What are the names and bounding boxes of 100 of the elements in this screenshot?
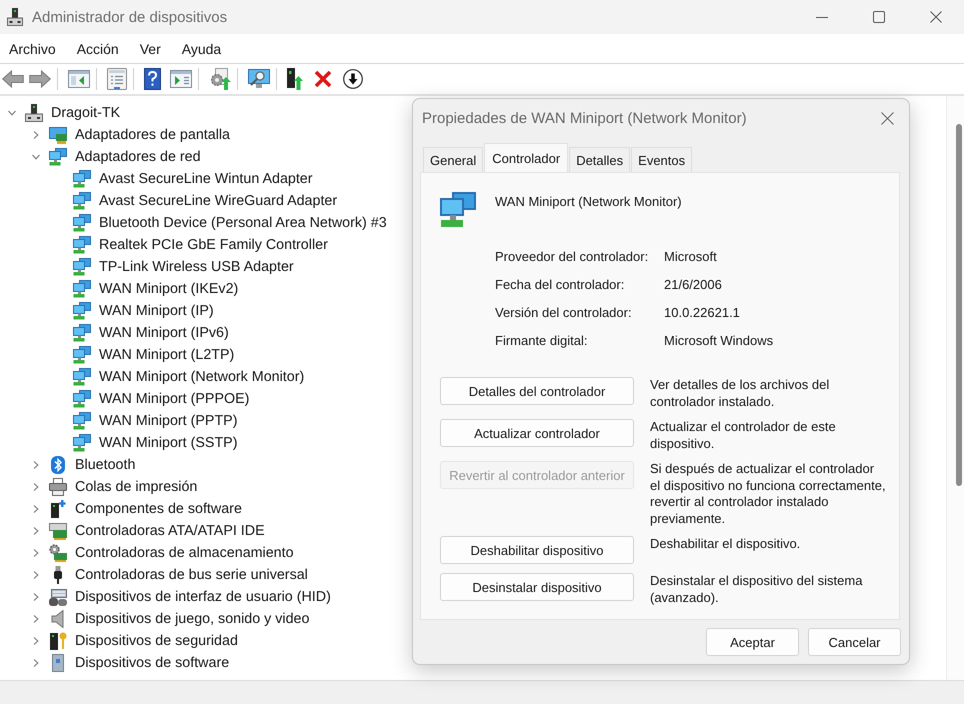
chevron-icon[interactable]: [32, 549, 40, 557]
computer-icon: [25, 104, 43, 122]
chevron-icon[interactable]: [32, 659, 40, 667]
chevron-icon[interactable]: [32, 483, 40, 491]
network-adapter-icon: [73, 412, 91, 430]
tree-item[interactable]: Dispositivos de software: [75, 654, 230, 672]
property-value: 21/6/2006: [664, 276, 723, 292]
chevron-icon[interactable]: [32, 593, 40, 601]
chevron-icon[interactable]: [32, 637, 40, 645]
tab[interactable]: Detalles: [569, 147, 630, 172]
printer-icon: [49, 478, 67, 496]
tree-item[interactable]: WAN Miniport (IKEv2): [99, 280, 238, 298]
tree-item[interactable]: Bluetooth: [75, 456, 136, 474]
action-description: Actualizar el controlador de este dispositivo.: [650, 419, 837, 452]
chevron-icon[interactable]: [32, 615, 40, 623]
tree-item[interactable]: WAN Miniport (SSTP): [99, 434, 238, 452]
chevron-icon[interactable]: [32, 131, 40, 139]
network-adapter-icon: [49, 148, 67, 166]
network-adapter-icon: [73, 368, 91, 386]
menu-item[interactable]: Archivo: [0, 40, 66, 56]
help-icon[interactable]: [144, 68, 161, 90]
dialog-button[interactable]: Cancelar: [808, 628, 901, 656]
properties-page-icon[interactable]: [107, 68, 127, 90]
action-button[interactable]: Detalles del controlador: [440, 377, 634, 405]
device-arrow-icon[interactable]: [287, 68, 303, 90]
tree-item[interactable]: Avast SecureLine Wintun Adapter: [99, 170, 313, 188]
menu-item[interactable]: Ver: [130, 40, 171, 56]
dialog-button[interactable]: Aceptar: [706, 628, 799, 656]
tree-item[interactable]: Adaptadores de red: [75, 148, 201, 166]
computer-icon: [7, 8, 23, 26]
minimize-icon[interactable]: [816, 16, 828, 18]
menu-item[interactable]: Ayuda: [172, 40, 232, 56]
network-adapter-icon: [73, 192, 91, 210]
tree-item[interactable]: WAN Miniport (IPv6): [99, 324, 229, 342]
network-adapter-icon: [73, 302, 91, 320]
chevron-icon[interactable]: [32, 527, 40, 535]
action-button[interactable]: Deshabilitar dispositivo: [440, 536, 634, 564]
bluetooth-icon: [49, 456, 67, 474]
tree-item[interactable]: Realtek PCIe GbE Family Controller: [99, 236, 328, 254]
monitor-magnifier-icon[interactable]: [248, 69, 270, 89]
tab[interactable]: Controlador: [484, 143, 568, 172]
chevron-icon[interactable]: [32, 571, 40, 579]
back-arrow-icon[interactable]: [2, 70, 24, 88]
tree-item[interactable]: Controladoras de bus serie universal: [75, 566, 308, 584]
tree-item[interactable]: WAN Miniport (IP): [99, 302, 214, 320]
network-adapter-icon: [73, 390, 91, 408]
display-adapter-icon: [49, 126, 67, 144]
action-description: Desinstalar el dispositivo del sistema (avanzado).: [650, 573, 864, 606]
device-name: WAN Miniport (Network Monitor): [495, 194, 682, 210]
chevron-icon[interactable]: [32, 153, 40, 161]
dialog-title: Propiedades de WAN Miniport (Network Monitor): [422, 110, 747, 127]
forward-arrow-icon[interactable]: [29, 70, 51, 88]
chevron-icon[interactable]: [8, 109, 16, 117]
gear-arrow-icon[interactable]: [209, 68, 231, 90]
software-device-icon: [49, 654, 67, 672]
software-component-icon: [49, 500, 67, 518]
tab[interactable]: General: [423, 147, 484, 172]
delete-icon[interactable]: [314, 70, 332, 88]
network-adapter-icon: [73, 214, 91, 232]
tree-item[interactable]: TP-Link Wireless USB Adapter: [99, 258, 294, 276]
drive-controller-icon: [49, 522, 67, 540]
tree-item[interactable]: Controladoras de almacenamiento: [75, 544, 294, 562]
tree-item[interactable]: Adaptadores de pantalla: [75, 126, 230, 144]
tree-item[interactable]: Dispositivos de interfaz de usuario (HID): [75, 588, 331, 606]
chevron-icon[interactable]: [32, 461, 40, 469]
scrollbar-thumb[interactable]: [956, 124, 962, 486]
down-arrow-circle-icon[interactable]: [343, 69, 363, 89]
tree-item[interactable]: WAN Miniport (Network Monitor): [99, 368, 304, 386]
tree-item[interactable]: Avast SecureLine WireGuard Adapter: [99, 192, 338, 210]
maximize-icon[interactable]: [872, 11, 884, 23]
tree-item[interactable]: Bluetooth Device (Personal Area Network) #3: [99, 214, 387, 232]
action-description: Deshabilitar el dispositivo.: [650, 536, 802, 552]
action-button[interactable]: Desinstalar dispositivo: [440, 573, 634, 601]
tree-item[interactable]: Dispositivos de seguridad: [75, 632, 238, 650]
tree-item[interactable]: Controladoras ATA/ATAPI IDE: [75, 522, 265, 540]
tree-item[interactable]: Componentes de software: [75, 500, 242, 518]
network-adapter-icon: [73, 258, 91, 276]
tree-item[interactable]: WAN Miniport (L2TP): [99, 346, 234, 364]
storage-controller-icon: [49, 544, 67, 562]
network-adapter-icon: [73, 324, 91, 342]
close-icon[interactable]: [881, 112, 894, 125]
property-label: Firmante digital:: [495, 332, 588, 348]
network-adapter-icon: [73, 280, 91, 298]
property-value: Microsoft Windows: [664, 332, 774, 348]
network-adapter-icon: [73, 236, 91, 254]
tree-item[interactable]: Colas de impresión: [75, 478, 198, 496]
property-label: Versión del controlador:: [495, 304, 633, 320]
tab[interactable]: Eventos: [631, 147, 692, 172]
tree-item[interactable]: Dispositivos de juego, sonido y video: [75, 610, 310, 628]
tree-item[interactable]: WAN Miniport (PPTP): [99, 412, 238, 430]
property-label: Fecha del controlador:: [495, 276, 626, 292]
panel-left-icon[interactable]: [68, 70, 90, 88]
network-adapter-icon: [73, 434, 91, 452]
tree-item[interactable]: WAN Miniport (PPPOE): [99, 390, 250, 408]
menu-item[interactable]: Acción: [68, 40, 129, 56]
chevron-icon[interactable]: [32, 505, 40, 513]
tree-item[interactable]: Dragoit-TK: [51, 104, 120, 122]
action-button[interactable]: Actualizar controlador: [440, 419, 634, 447]
close-icon[interactable]: [930, 11, 942, 23]
panel-right-icon[interactable]: [170, 70, 192, 88]
